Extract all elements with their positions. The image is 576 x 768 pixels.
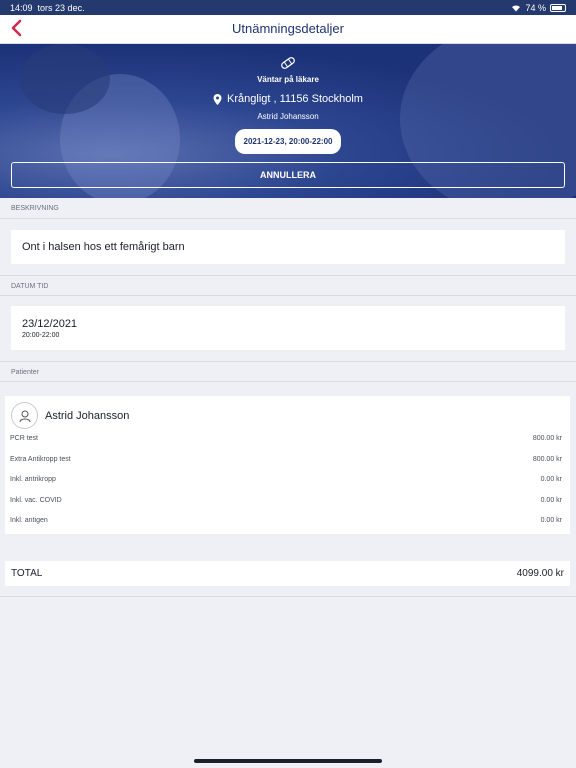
total-label: TOTAL: [11, 568, 43, 579]
date-value: 23/12/2021: [22, 318, 78, 330]
nav-bar: Utnämningsdetaljer: [0, 15, 576, 44]
line-item-price: 0.00 kr: [540, 517, 562, 524]
address-row: Krångligt , 11156 Stockholm: [0, 93, 576, 105]
home-indicator[interactable]: [194, 759, 382, 763]
status-right: 74 %: [511, 3, 566, 13]
patients-header: Patienter: [0, 361, 576, 382]
bandage-icon: [281, 57, 295, 69]
patient-name: Astrid Johansson: [45, 409, 130, 422]
address-text: Krångligt , 11156 Stockholm: [227, 93, 363, 105]
user-avatar-icon: [19, 410, 30, 422]
description-header: BESKRIVNING: [0, 198, 576, 219]
hero-patient-name: Astrid Johansson: [257, 112, 319, 121]
line-item: Inkl. vac. COVID 0.00 kr: [10, 497, 562, 509]
datetime-header: DATUM TID: [0, 275, 576, 296]
line-item-label: PCR test: [10, 435, 39, 442]
line-item-price: 800.00 kr: [532, 456, 562, 463]
line-item-label: Inkl. vac. COVID: [10, 497, 62, 504]
description-text: Ont i halsen hos ett femårigt barn: [22, 241, 185, 253]
pin-icon: [213, 93, 222, 105]
line-item: Extra Antikropp test 800.00 kr: [10, 456, 562, 468]
datetime-card: 23/12/2021 20:00-22:00: [11, 306, 565, 350]
line-item-price: 0.00 kr: [540, 476, 562, 483]
battery-icon: [550, 4, 566, 12]
line-item: Inkl. antrikropp 0.00 kr: [10, 476, 562, 488]
cancel-button[interactable]: ANNULLERA: [11, 162, 565, 188]
line-item-label: Inkl. antigen: [10, 517, 48, 524]
appointment-status: Väntar på läkare: [257, 75, 319, 84]
status-bar: 14:09 tors 23 dec. 74 %: [0, 0, 576, 15]
patient-header: Astrid Johansson: [11, 402, 129, 429]
status-time: 14:09 tors 23 dec.: [10, 3, 85, 13]
patient-card: Astrid Johansson PCR test 800.00 kr Extr…: [5, 396, 570, 534]
page-title: Utnämningsdetaljer: [231, 21, 344, 36]
divider: [0, 596, 576, 597]
time-value: 20:00-22:00: [22, 332, 60, 339]
total-value: 4099.00 kr: [516, 568, 564, 579]
line-item-price: 800.00 kr: [532, 435, 562, 442]
line-item-price: 0.00 kr: [540, 497, 562, 504]
wifi-icon: [512, 5, 521, 12]
line-item: PCR test 800.00 kr: [10, 435, 562, 447]
line-item: Inkl. antigen 0.00 kr: [10, 517, 562, 529]
appointment-hero: Väntar på läkare Krångligt , 11156 Stock…: [0, 44, 576, 198]
avatar: [11, 402, 38, 429]
description-card: Ont i halsen hos ett femårigt barn: [11, 230, 565, 264]
battery-percent: 74 %: [525, 3, 546, 13]
date-range-badge: 2021-12-23, 20:00-22:00: [235, 129, 341, 154]
line-item-label: Extra Antikropp test: [10, 456, 71, 463]
line-item-label: Inkl. antrikropp: [10, 476, 56, 483]
total-row: TOTAL 4099.00 kr: [5, 561, 570, 586]
